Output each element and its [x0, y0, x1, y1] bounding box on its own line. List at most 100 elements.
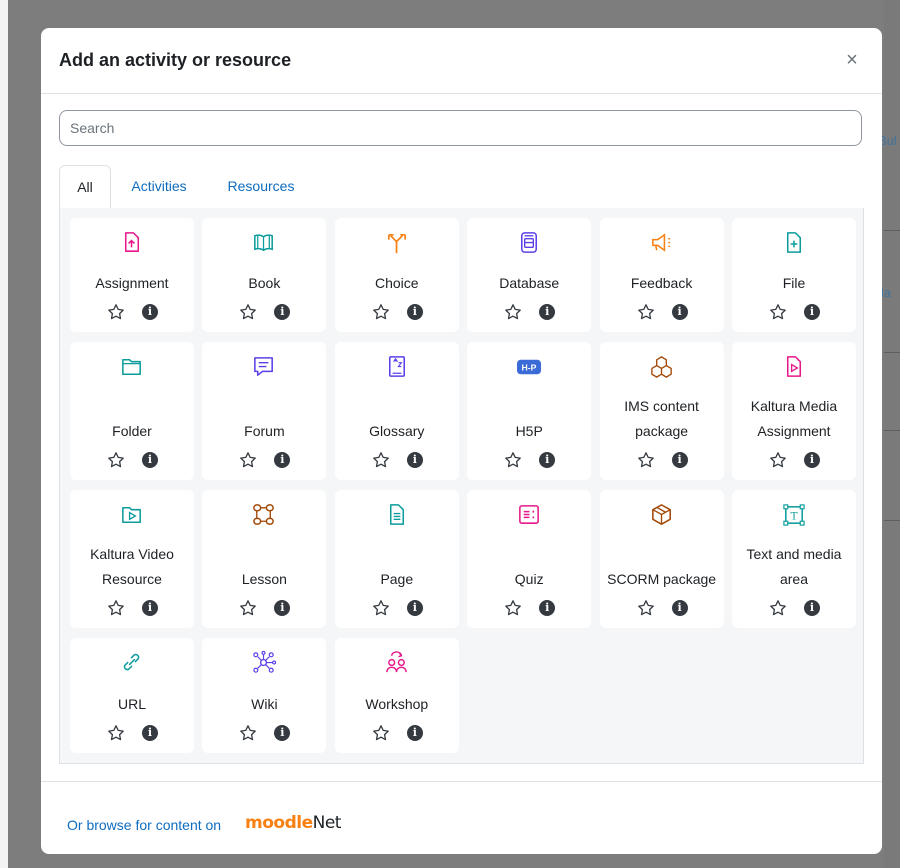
info-icon[interactable]: i [274, 725, 291, 741]
activity-label: Feedback [630, 275, 693, 291]
info-icon[interactable]: i [274, 452, 291, 468]
activity-card-wiki[interactable]: Wiki i [202, 638, 327, 753]
info-icon[interactable]: i [671, 452, 688, 468]
info-icon[interactable]: i [406, 304, 423, 320]
activity-chooser-modal: Add an activity or resource × All Activi… [41, 28, 882, 854]
moodlenet-logo[interactable]: moodleNet [245, 813, 341, 833]
info-icon[interactable]: i [142, 600, 158, 616]
tab-bar: All Activities Resources [59, 165, 864, 209]
url-icon [119, 650, 145, 676]
activity-card-file[interactable]: File i [732, 218, 856, 332]
activity-label: Lesson [241, 571, 287, 587]
activity-label: Choice [375, 275, 419, 291]
info-icon[interactable]: i [142, 304, 158, 320]
info-icon[interactable]: i [804, 452, 820, 468]
activity-card-glossary[interactable]: Glossary i [334, 342, 459, 480]
star-icon[interactable] [372, 599, 390, 617]
activity-card-h5p[interactable]: H-P H5P i [467, 342, 592, 480]
feedback-icon [649, 230, 675, 256]
file-icon [781, 230, 807, 256]
lesson-icon [251, 502, 277, 528]
info-icon[interactable]: i [539, 452, 556, 468]
activity-card-url[interactable]: URL i [70, 638, 194, 753]
info-icon[interactable]: i [671, 600, 688, 616]
background-divider [884, 430, 900, 431]
tab-resources[interactable]: Resources [221, 165, 301, 208]
info-icon[interactable]: i [406, 600, 423, 616]
info-icon[interactable]: i [142, 452, 158, 468]
star-icon[interactable] [372, 303, 390, 321]
activity-label: IMS content package [624, 398, 699, 439]
activity-grid: Assignment i Book i Choice i Database i Feedback… [59, 208, 864, 764]
star-icon[interactable] [504, 451, 522, 469]
modal-footer: Or browse for content on moodleNet [41, 781, 882, 854]
page-background-right: Bul lla [878, 0, 900, 868]
activity-card-page[interactable]: Page i [334, 490, 459, 628]
activity-card-workshop[interactable]: Workshop i [334, 638, 459, 753]
close-button[interactable]: × [844, 50, 860, 70]
star-icon[interactable] [504, 599, 522, 617]
activity-card-kaltura-video-resource[interactable]: Kaltura Video Resource i [70, 490, 194, 628]
activity-card-quiz[interactable]: Quiz i [467, 490, 592, 628]
activity-label: Quiz [514, 571, 544, 587]
info-icon[interactable]: i [804, 600, 820, 616]
activity-card-kaltura-media-assignment[interactable]: Kaltura Media Assignment i [732, 342, 856, 480]
star-icon[interactable] [239, 303, 257, 321]
activity-card-choice[interactable]: Choice i [334, 218, 459, 332]
activity-card-text-and-media-area[interactable]: T Text and media area i [732, 490, 856, 628]
info-icon[interactable]: i [539, 600, 556, 616]
info-icon[interactable]: i [274, 600, 291, 616]
activity-label: SCORM package [607, 571, 717, 587]
activity-card-lesson[interactable]: Lesson i [202, 490, 327, 628]
tab-activities[interactable]: Activities [117, 165, 201, 208]
info-icon[interactable]: i [671, 304, 688, 320]
activity-card-feedback[interactable]: Feedback i [599, 218, 724, 332]
activity-card-assignment[interactable]: Assignment i [70, 218, 194, 332]
star-icon[interactable] [769, 451, 787, 469]
star-icon[interactable] [107, 303, 125, 321]
activity-label: Forum [244, 423, 285, 439]
wiki-icon [251, 650, 277, 676]
activity-label: Text and media area [746, 546, 842, 587]
activity-card-folder[interactable]: Folder i [70, 342, 194, 480]
star-icon[interactable] [372, 451, 390, 469]
star-icon[interactable] [372, 724, 390, 742]
activity-card-ims-content-package[interactable]: IMS content package i [599, 342, 724, 480]
star-icon[interactable] [769, 303, 787, 321]
activity-label: Wiki [251, 696, 278, 712]
star-icon[interactable] [769, 599, 787, 617]
star-icon[interactable] [107, 599, 125, 617]
activity-card-scorm-package[interactable]: SCORM package i [599, 490, 724, 628]
activity-label: Folder [112, 423, 152, 439]
choice-icon [384, 230, 410, 256]
background-divider [884, 520, 900, 521]
text-media-icon: T [781, 502, 807, 528]
info-icon[interactable]: i [406, 725, 423, 741]
info-icon[interactable]: i [142, 725, 158, 741]
star-icon[interactable] [239, 451, 257, 469]
book-icon [251, 230, 277, 256]
star-icon[interactable] [504, 303, 522, 321]
activity-label: File [782, 275, 806, 291]
info-icon[interactable]: i [804, 304, 820, 320]
activity-card-book[interactable]: Book i [202, 218, 327, 332]
moodlenet-logo-moodle: moodle [245, 813, 313, 833]
tab-all[interactable]: All [59, 165, 111, 209]
activity-card-database[interactable]: Database i [467, 218, 592, 332]
star-icon[interactable] [637, 599, 655, 617]
search-input[interactable] [59, 110, 862, 146]
kaltura-media-assignment-icon [781, 354, 807, 380]
star-icon[interactable] [637, 451, 655, 469]
star-icon[interactable] [107, 724, 125, 742]
star-icon[interactable] [107, 451, 125, 469]
info-icon[interactable]: i [539, 304, 556, 320]
star-icon[interactable] [239, 724, 257, 742]
info-icon[interactable]: i [406, 452, 423, 468]
star-icon[interactable] [637, 303, 655, 321]
star-icon[interactable] [239, 599, 257, 617]
browse-moodlenet-link[interactable]: Or browse for content on [67, 817, 221, 833]
svg-text:T: T [790, 510, 797, 522]
info-icon[interactable]: i [274, 304, 291, 320]
activity-card-forum[interactable]: Forum i [202, 342, 327, 480]
database-icon [516, 230, 542, 256]
